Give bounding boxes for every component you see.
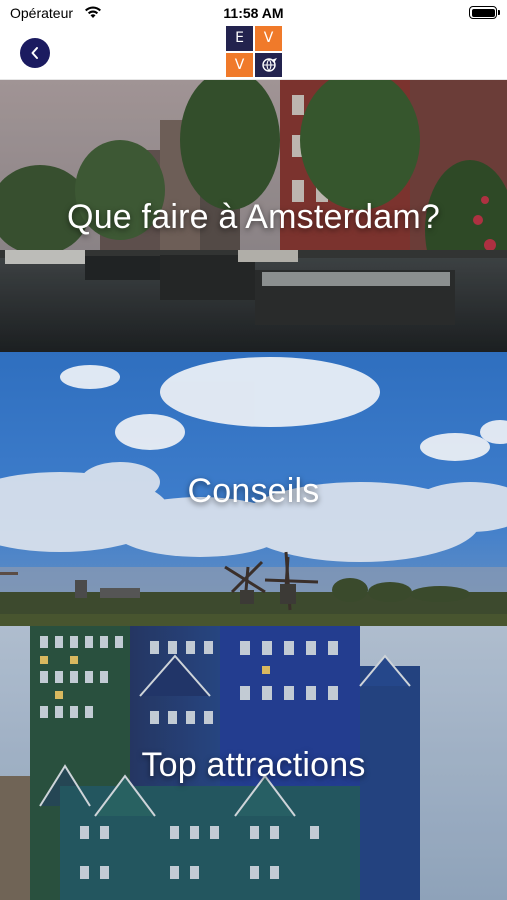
logo-letter-v-2: V (226, 52, 253, 77)
tile-label: Conseils (187, 472, 320, 510)
back-button[interactable] (20, 38, 50, 68)
tile-label: Top attractions (141, 746, 366, 784)
navigation-bar: E V V (0, 26, 507, 80)
tile-top-attractions[interactable]: Top attractions (0, 626, 507, 900)
tile-que-faire[interactable]: Que faire à Amsterdam? (0, 80, 507, 352)
globe-plane-icon (255, 52, 282, 77)
status-time: 11:58 AM (223, 5, 284, 21)
battery-icon (469, 6, 500, 19)
status-bar: Opérateur 11:58 AM (0, 0, 507, 26)
logo-letter-e: E (226, 26, 253, 51)
app-logo: E V V (226, 26, 282, 77)
tile-conseils[interactable]: Conseils (0, 352, 507, 626)
chevron-left-icon (31, 47, 38, 59)
tile-label: Que faire à Amsterdam? (67, 198, 440, 236)
logo-letter-v: V (255, 26, 282, 51)
